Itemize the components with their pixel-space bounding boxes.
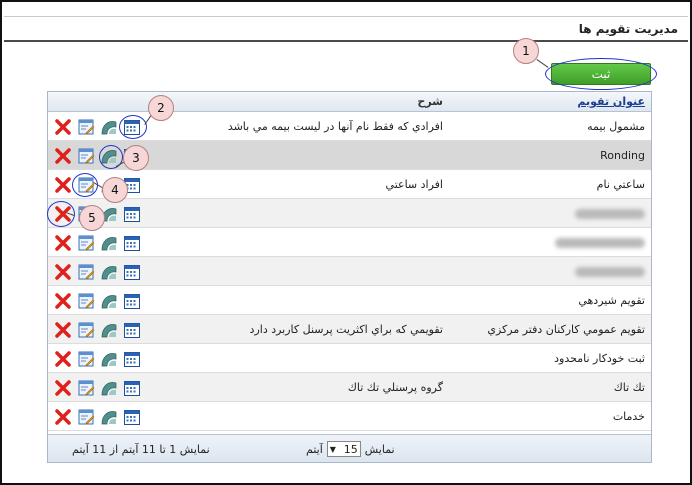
edit-icon[interactable] [77,321,95,339]
assign-icon[interactable] [100,118,118,136]
callout-4: 4 [102,177,128,203]
row-actions [54,263,141,281]
row-title: تقويم شيردهي [578,294,645,307]
assign-icon[interactable] [100,234,118,252]
range-text: نمايش 1 تا 11 آيتم از 11 آيتم [72,443,210,456]
items-label: آيتم [306,442,323,456]
edit-icon[interactable] [77,408,95,426]
edit-icon[interactable] [77,263,95,281]
assign-icon[interactable] [100,379,118,397]
page-title: مديريت تقويم ها [578,22,678,36]
calendar-icon[interactable] [123,350,141,368]
callout-ring-calendar [119,115,147,139]
assign-icon[interactable] [100,321,118,339]
table-row: خدمات [48,402,651,431]
row-title [575,265,645,278]
redacted-text [575,267,645,277]
row-description: افراد ساعتي [385,178,443,191]
table-row: تك تاك گروه پرسنلي تك تاك [48,373,651,402]
callout-5: 5 [79,205,105,231]
table-row [48,199,651,228]
assign-icon[interactable] [100,263,118,281]
row-title: ثبت خودكار نامحدود [554,352,645,365]
callout-ring-edit [72,173,98,197]
row-title: مشمول بيمه [587,120,645,133]
delete-x-icon[interactable] [54,408,72,426]
table-row: تقويم عمومي كاركنان دفتر مركزي تقويمي كه … [48,315,651,344]
assign-icon[interactable] [100,350,118,368]
table-row [48,228,651,257]
calendar-icon[interactable] [123,205,141,223]
grid-footer: نمايش 1 تا 11 آيتم از 11 آيتم آيتم ▼ 15 … [48,434,651,462]
edit-icon[interactable] [77,379,95,397]
table-row: تقويم شيردهي [48,286,651,315]
callout-2: 2 [148,95,174,121]
calendar-icon[interactable] [123,321,141,339]
callout-ring-assign [99,145,123,169]
chevron-down-icon: ▼ [329,444,336,454]
callout-line-1 [536,59,549,68]
row-actions [54,292,141,310]
row-description: افرادي كه فقط نام آنها در ليست بيمه مي ب… [227,120,443,133]
delete-x-icon[interactable] [54,321,72,339]
row-actions [54,321,141,339]
edit-icon[interactable] [77,292,95,310]
row-description: تقويمي كه براي اكثريت پرسنل كاربرد دارد [249,323,443,336]
table-row: ساعتي نام افراد ساعتي [48,170,651,199]
delete-x-icon[interactable] [54,118,72,136]
redacted-text [575,209,645,219]
page-size-value: 15 [343,442,358,456]
callout-3: 3 [123,145,149,171]
redacted-text [555,238,645,248]
delete-x-icon[interactable] [54,147,72,165]
calendar-icon[interactable] [123,379,141,397]
delete-x-icon[interactable] [54,263,72,281]
edit-icon[interactable] [77,147,95,165]
calendar-icon[interactable] [123,408,141,426]
assign-icon[interactable] [100,408,118,426]
callout-ring-save [545,58,657,90]
grid-header: عنوان تقويم شرح [48,92,651,112]
calendar-icon[interactable] [123,263,141,281]
header-divider [4,16,688,17]
row-title: خدمات [612,410,645,423]
delete-x-icon[interactable] [54,292,72,310]
table-row [48,257,651,286]
delete-x-icon[interactable] [54,176,72,194]
row-actions [54,379,141,397]
page-size-control: آيتم ▼ 15 نمايش [306,441,395,457]
title-rule [4,40,688,42]
edit-icon[interactable] [77,350,95,368]
delete-x-icon[interactable] [54,379,72,397]
edit-icon[interactable] [77,118,95,136]
row-title: تقويم عمومي كاركنان دفتر مركزي [487,323,645,336]
row-description: گروه پرسنلي تك تاك [347,381,443,394]
calendar-icon[interactable] [123,234,141,252]
column-header-description: شرح [417,95,443,108]
edit-icon[interactable] [77,234,95,252]
row-actions [54,408,141,426]
row-actions [54,234,141,252]
row-title: تك تاك [613,381,645,394]
calendar-icon[interactable] [123,292,141,310]
column-header-title[interactable]: عنوان تقويم [577,95,645,108]
row-title: ساعتي نام [596,178,645,191]
delete-x-icon[interactable] [54,350,72,368]
row-title: Ronding [600,149,645,162]
row-actions [54,350,141,368]
row-title [575,207,645,220]
app-window: مديريت تقويم ها ثبت عنوان تقويم شرح مشمو… [0,0,692,485]
callout-1: 1 [513,38,539,64]
assign-icon[interactable] [100,292,118,310]
delete-x-icon[interactable] [54,234,72,252]
page-size-select[interactable]: ▼ 15 [326,441,361,457]
table-row: ثبت خودكار نامحدود [48,344,651,373]
row-title [555,236,645,249]
show-label: نمايش [364,442,395,456]
